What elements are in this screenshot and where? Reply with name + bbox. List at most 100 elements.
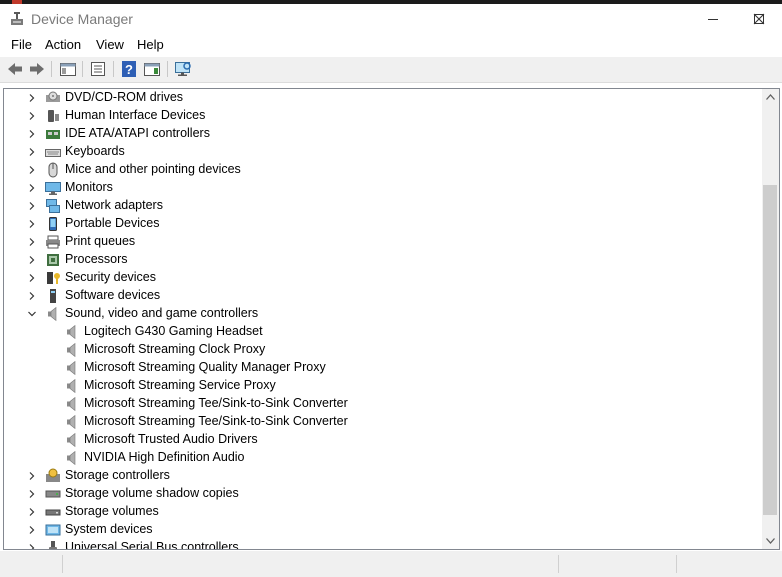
vertical-scrollbar[interactable] [762,89,779,549]
scan-hardware-changes-icon[interactable] [174,60,192,78]
tree-category[interactable]: Human Interface Devices [4,107,759,125]
toolbar-separator [113,61,114,77]
chevron-right-icon[interactable] [28,256,36,264]
tree-device[interactable]: Microsoft Streaming Tee/Sink-to-Sink Con… [4,395,759,413]
tree-category[interactable]: System devices [4,521,759,539]
chevron-right-icon[interactable] [28,508,36,516]
tree-device[interactable]: Logitech G430 Gaming Headset [4,323,759,341]
tree-item-label: Universal Serial Bus controllers [65,540,239,550]
device-tree[interactable]: DVD/CD-ROM drives Human Interface Devices… [3,88,780,550]
menu-help[interactable]: Help [137,37,164,52]
tree-category[interactable]: Keyboards [4,143,759,161]
tree-item-label: IDE ATA/ATAPI controllers [65,126,210,140]
tree-item-label: Print queues [65,234,136,248]
tree-device[interactable]: Microsoft Streaming Tee/Sink-to-Sink Con… [4,413,759,431]
tree-item-label: Microsoft Streaming Tee/Sink-to-Sink Con… [84,414,348,428]
tree-device[interactable]: NVIDIA High Definition Audio [4,449,759,467]
menu-file[interactable]: File [11,37,32,52]
tree-item-label: Microsoft Streaming Service Proxy [84,378,276,392]
chevron-right-icon[interactable] [28,184,36,192]
chevron-right-icon[interactable] [28,238,36,246]
chevron-right-icon[interactable] [28,94,36,102]
tree-category[interactable]: Network adapters [4,197,759,215]
title-bar[interactable]: Device Manager [0,4,782,34]
tree-item-label: Sound, video and game controllers [65,306,259,320]
tree-category[interactable]: Universal Serial Bus controllers [4,539,759,550]
chevron-right-icon[interactable] [28,220,36,228]
tree-category[interactable]: Security devices [4,269,759,287]
tree-category[interactable]: DVD/CD-ROM drives [4,89,759,107]
tree-item-label: Storage volume shadow copies [65,486,239,500]
minimize-button[interactable] [690,4,736,34]
tree-device[interactable]: Microsoft Streaming Quality Manager Prox… [4,359,759,377]
network-adapter-icon [46,199,60,213]
svg-text:?: ? [125,62,133,77]
tree-category[interactable]: IDE ATA/ATAPI controllers [4,125,759,143]
shadow-copy-icon [45,490,61,498]
chevron-right-icon[interactable] [28,526,36,534]
tree-item-label: System devices [65,522,153,536]
tree-device[interactable]: Microsoft Streaming Service Proxy [4,377,759,395]
help-icon[interactable]: ? [120,60,138,78]
speaker-icon [67,450,76,466]
tree-item-label: Microsoft Trusted Audio Drivers [84,432,258,446]
show-hide-console-tree-icon[interactable] [59,60,77,78]
dvd-drive-icon [46,91,60,102]
tree-item-label: Security devices [65,270,157,284]
chevron-right-icon[interactable] [28,274,36,282]
tree-item-label: Processors [65,252,128,266]
system-device-icon [45,524,61,536]
menu-action[interactable]: Action [45,37,81,52]
mouse-icon [48,162,58,178]
scroll-up-arrow-icon[interactable] [766,94,775,100]
tree-category[interactable]: Sound, video and game controllers [4,305,759,323]
software-device-icon [50,289,56,303]
tree-category[interactable]: Print queues [4,233,759,251]
tree-item-label: Keyboards [65,144,125,158]
speaker-icon [67,432,76,448]
keyboard-icon [45,149,61,157]
tree-category[interactable]: Storage volumes [4,503,759,521]
speaker-icon [67,378,76,394]
ide-controller-icon [46,130,60,139]
chevron-right-icon[interactable] [28,166,36,174]
chevron-right-icon[interactable] [28,202,36,210]
printer-icon [46,235,60,249]
back-arrow-icon[interactable] [6,60,24,78]
chevron-down-icon[interactable] [28,310,36,318]
tree-item-label: Monitors [65,180,113,194]
speaker-icon [67,342,76,358]
tree-device[interactable]: Microsoft Trusted Audio Drivers [4,431,759,449]
scrollbar-thumb[interactable] [763,185,777,515]
properties-icon[interactable] [89,60,107,78]
forward-arrow-icon[interactable] [28,60,46,78]
speaker-icon [67,396,76,412]
chevron-right-icon[interactable] [28,112,36,120]
chevron-right-icon[interactable] [28,148,36,156]
tree-category[interactable]: Storage volume shadow copies [4,485,759,503]
chevron-right-icon[interactable] [28,490,36,498]
tree-item-label: Storage volumes [65,504,159,518]
tree-category[interactable]: Storage controllers [4,467,759,485]
tree-category[interactable]: Software devices [4,287,759,305]
close-button[interactable] [736,4,782,34]
chevron-right-icon[interactable] [28,130,36,138]
minimize-icon [708,19,718,20]
tree-item-label: Mice and other pointing devices [65,162,241,176]
tree-device[interactable]: Microsoft Streaming Clock Proxy [4,341,759,359]
tree-category[interactable]: Portable Devices [4,215,759,233]
speaker-icon [67,414,76,430]
chevron-right-icon[interactable] [28,472,36,480]
menu-view[interactable]: View [96,37,124,52]
chevron-right-icon[interactable] [28,292,36,300]
action-pane-icon[interactable] [143,60,161,78]
tree-category[interactable]: Processors [4,251,759,269]
toolbar-separator [82,61,83,77]
tree-item-label: DVD/CD-ROM drives [65,90,184,104]
tree-category[interactable]: Monitors [4,179,759,197]
status-divider [676,555,677,573]
tree-category[interactable]: Mice and other pointing devices [4,161,759,179]
chevron-right-icon[interactable] [28,544,36,550]
tree-item-label: Storage controllers [65,468,170,482]
scroll-down-arrow-icon[interactable] [766,538,775,544]
